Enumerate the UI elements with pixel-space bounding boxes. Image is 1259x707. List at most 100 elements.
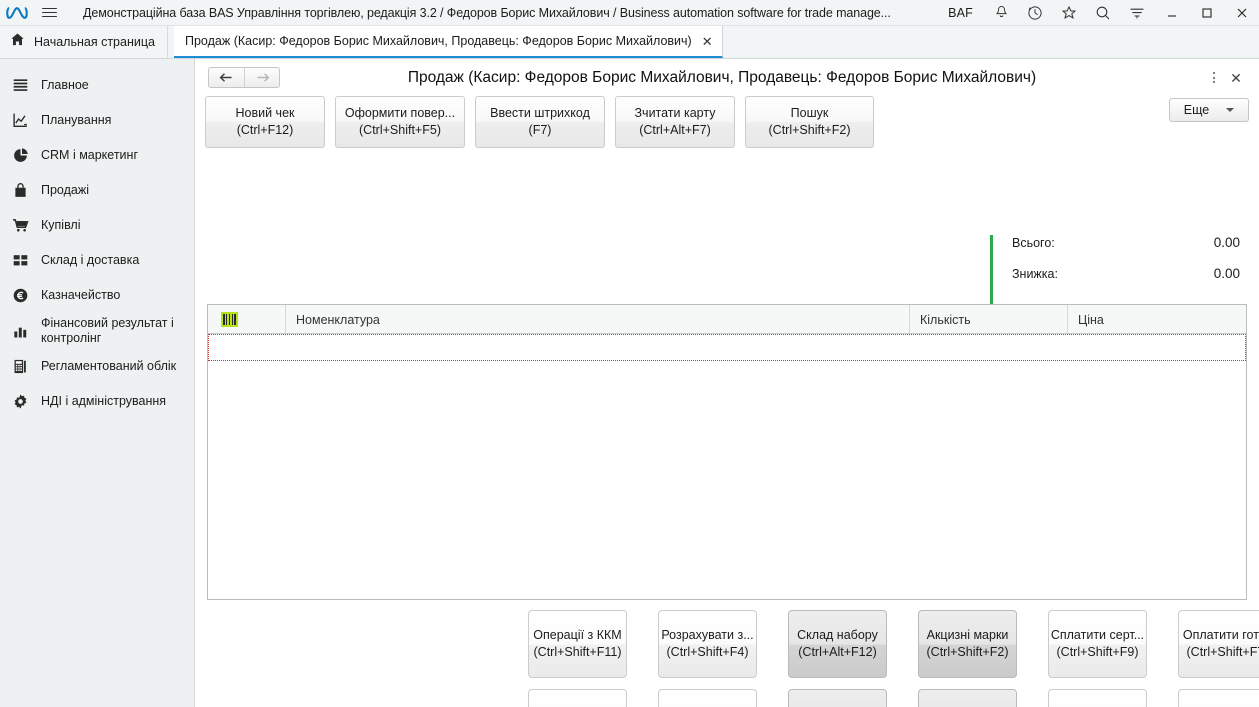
list-lines-icon bbox=[11, 76, 30, 95]
currency-circle-icon bbox=[11, 286, 30, 305]
sidebar-item-label: Фінансовий результат і контролінг bbox=[41, 316, 174, 345]
sidebar-item-label: CRM і маркетинг bbox=[41, 148, 139, 162]
toolbar-button-shortcut: (F7) bbox=[528, 123, 552, 137]
table-header-row: Номенклатура Кількість Ціна bbox=[208, 305, 1246, 334]
toolbar-button-new-receipt[interactable]: Новий чек (Ctrl+F12) bbox=[205, 96, 325, 148]
action-button-label: Склад набору bbox=[797, 628, 878, 642]
more-vertical-icon[interactable] bbox=[1204, 72, 1224, 83]
sidebar-item-crm[interactable]: CRM і маркетинг bbox=[0, 138, 194, 173]
action-button-calculate[interactable]: Розрахувати з... (Ctrl+Shift+F4) bbox=[658, 610, 757, 678]
toolbar-button-shortcut: (Ctrl+Shift+F2) bbox=[768, 123, 851, 137]
back-button[interactable] bbox=[209, 68, 244, 87]
titlebar-actions: BAF bbox=[937, 0, 1259, 26]
sidebar-item-planuvannya[interactable]: Планування bbox=[0, 103, 194, 138]
toolbar-button-read-card[interactable]: Зчитати карту (Ctrl+Alt+F7) bbox=[615, 96, 735, 148]
action-button-label: Акцизні марки bbox=[926, 628, 1009, 642]
gear-icon bbox=[11, 392, 30, 411]
more-menu-label: Еще bbox=[1183, 103, 1210, 117]
sidebar-item-label: Планування bbox=[41, 113, 112, 127]
document-header: Продаж (Касир: Федоров Борис Михайлович,… bbox=[195, 59, 1259, 96]
items-table[interactable]: Номенклатура Кількість Ціна bbox=[207, 304, 1247, 600]
close-button[interactable] bbox=[1224, 0, 1259, 26]
column-header-price[interactable]: Ціна bbox=[1068, 305, 1246, 334]
search-icon[interactable] bbox=[1086, 0, 1120, 26]
column-header-quantity[interactable]: Кількість bbox=[910, 305, 1068, 334]
chart-trend-icon bbox=[11, 111, 30, 130]
toolbar-button-label: Новий чек bbox=[235, 106, 295, 120]
more-menu-button[interactable]: Еще bbox=[1169, 98, 1249, 122]
action-button-empty-1[interactable] bbox=[658, 689, 757, 707]
toolbar-button-label: Пошук bbox=[790, 106, 829, 120]
body: Главное Планування CRM і маркетинг Прода… bbox=[0, 59, 1259, 707]
history-icon[interactable] bbox=[1018, 0, 1052, 26]
sidebar-item-label: Регламентований облік bbox=[41, 359, 177, 373]
toolbar-button-shortcut: (Ctrl+Shift+F5) bbox=[359, 123, 441, 137]
action-button-set-composition[interactable]: Склад набору (Ctrl+Alt+F12) bbox=[788, 610, 887, 678]
minimize-button[interactable] bbox=[1154, 0, 1189, 26]
grid-blocks-icon bbox=[11, 251, 30, 270]
sidebar-item-glavnoe[interactable]: Главное bbox=[0, 68, 194, 103]
star-icon[interactable] bbox=[1052, 0, 1086, 26]
action-button-empty-3[interactable] bbox=[1048, 689, 1147, 707]
main-content: Продаж (Касир: Федоров Борис Михайлович,… bbox=[195, 59, 1259, 707]
sidebar-item-reglamentovaniy-oblik[interactable]: Регламентований облік bbox=[0, 349, 194, 384]
hamburger-menu-icon[interactable] bbox=[34, 0, 64, 26]
action-button-grid: Операції з ККМ (Ctrl+Shift+F11) Розрахув… bbox=[528, 610, 1259, 707]
sidebar-item-finansoviy-rezultat[interactable]: Фінансовий результат і контролінг bbox=[0, 313, 194, 349]
bag-icon bbox=[11, 181, 30, 200]
app-title: Демонстраційна база BAS Управління торгі… bbox=[83, 5, 891, 20]
toolbar-button-label: Зчитати карту bbox=[634, 106, 716, 120]
toolbar-button-label: Оформити повер... bbox=[344, 106, 456, 120]
cart-icon bbox=[11, 216, 30, 235]
sidebar-item-prodazhi[interactable]: Продажі bbox=[0, 173, 194, 208]
chevron-down-icon bbox=[1226, 108, 1235, 112]
toolbar-button-enter-barcode[interactable]: Ввести штрихкод (F7) bbox=[475, 96, 605, 148]
action-button-manual-discounts[interactable]: Ручні знижки (Ctrl+Alt+F11) bbox=[788, 689, 887, 707]
action-button-shortcut: (Ctrl+Shift+F2) bbox=[926, 645, 1009, 659]
sidebar-item-label: Склад і доставка bbox=[41, 253, 140, 267]
column-header-barcode[interactable] bbox=[208, 305, 286, 334]
toolbar-button-shortcut: (Ctrl+F12) bbox=[236, 123, 294, 137]
tab-home[interactable]: Начальная страница bbox=[0, 26, 168, 58]
action-button-shortcut: (Ctrl+Shift+F4) bbox=[666, 645, 749, 659]
toolbar-button-return[interactable]: Оформити повер... (Ctrl+Shift+F5) bbox=[335, 96, 465, 148]
tab-bar: Начальная страница Продаж (Касир: Федоро… bbox=[0, 26, 1259, 59]
tab-sale-label: Продаж (Касир: Федоров Борис Михайлович,… bbox=[185, 34, 692, 48]
total-row: Всього: 0.00 bbox=[1012, 235, 1240, 250]
filter-icon[interactable] bbox=[1120, 0, 1154, 26]
sidebar-item-label: Купівлі bbox=[41, 218, 81, 232]
sidebar-item-kaznacheystvo[interactable]: Казначейство bbox=[0, 278, 194, 313]
action-button-label: Операції з ККМ bbox=[533, 628, 622, 642]
tab-sale-document[interactable]: Продаж (Касир: Федоров Борис Михайлович,… bbox=[174, 26, 723, 58]
total-value: 0.00 bbox=[1213, 235, 1240, 250]
bas-logo-icon[interactable] bbox=[0, 0, 34, 26]
action-button-pay-certificate[interactable]: Сплатити серт... (Ctrl+Shift+F9) bbox=[1048, 610, 1147, 678]
sidebar-item-ndi-administruvannya[interactable]: НДІ і адміністрування bbox=[0, 384, 194, 419]
toolbar: Новий чек (Ctrl+F12) Оформити повер... (… bbox=[195, 96, 1259, 148]
action-button-label: Розрахувати з... bbox=[661, 628, 754, 642]
discount-label: Знижка: bbox=[1012, 267, 1058, 281]
document-close-icon[interactable]: ✕ bbox=[1224, 71, 1248, 85]
toolbar-button-label: Ввести штрихкод bbox=[490, 106, 590, 120]
maximize-button[interactable] bbox=[1189, 0, 1224, 26]
sidebar: Главное Планування CRM і маркетинг Прода… bbox=[0, 59, 195, 707]
action-button-mixed-payment[interactable]: Змішана оплата (Ctrl+Shift+F10) bbox=[1178, 689, 1259, 707]
toolbar-button-search[interactable]: Пошук (Ctrl+Shift+F2) bbox=[745, 96, 874, 148]
action-button-other-operations[interactable]: Інші операції (Ctrl+Shift+F12) bbox=[528, 689, 627, 707]
bell-icon[interactable] bbox=[984, 0, 1018, 26]
forward-button[interactable] bbox=[244, 68, 279, 87]
sidebar-item-kupivli[interactable]: Купівлі bbox=[0, 208, 194, 243]
action-button-empty-2[interactable] bbox=[918, 689, 1017, 707]
page-title: Продаж (Касир: Федоров Борис Михайлович,… bbox=[407, 68, 1037, 86]
action-button-pay-cash[interactable]: Оплатити готі... (Ctrl+Shift+F7) bbox=[1178, 610, 1259, 678]
table-row-empty-selected[interactable] bbox=[208, 334, 1246, 361]
action-button-label: Сплатити серт... bbox=[1050, 628, 1145, 642]
action-button-kkm-operations[interactable]: Операції з ККМ (Ctrl+Shift+F11) bbox=[528, 610, 627, 678]
action-button-excise-stamps[interactable]: Акцизні марки (Ctrl+Shift+F2) bbox=[918, 610, 1017, 678]
tab-close-icon[interactable]: ✕ bbox=[702, 35, 713, 48]
toolbar-button-shortcut: (Ctrl+Alt+F7) bbox=[639, 123, 711, 137]
column-header-nomenclature[interactable]: Номенклатура bbox=[286, 305, 910, 334]
sidebar-item-sklad[interactable]: Склад і доставка bbox=[0, 243, 194, 278]
sidebar-item-label: НДІ і адміністрування bbox=[41, 394, 167, 408]
navigation-buttons bbox=[208, 67, 280, 88]
